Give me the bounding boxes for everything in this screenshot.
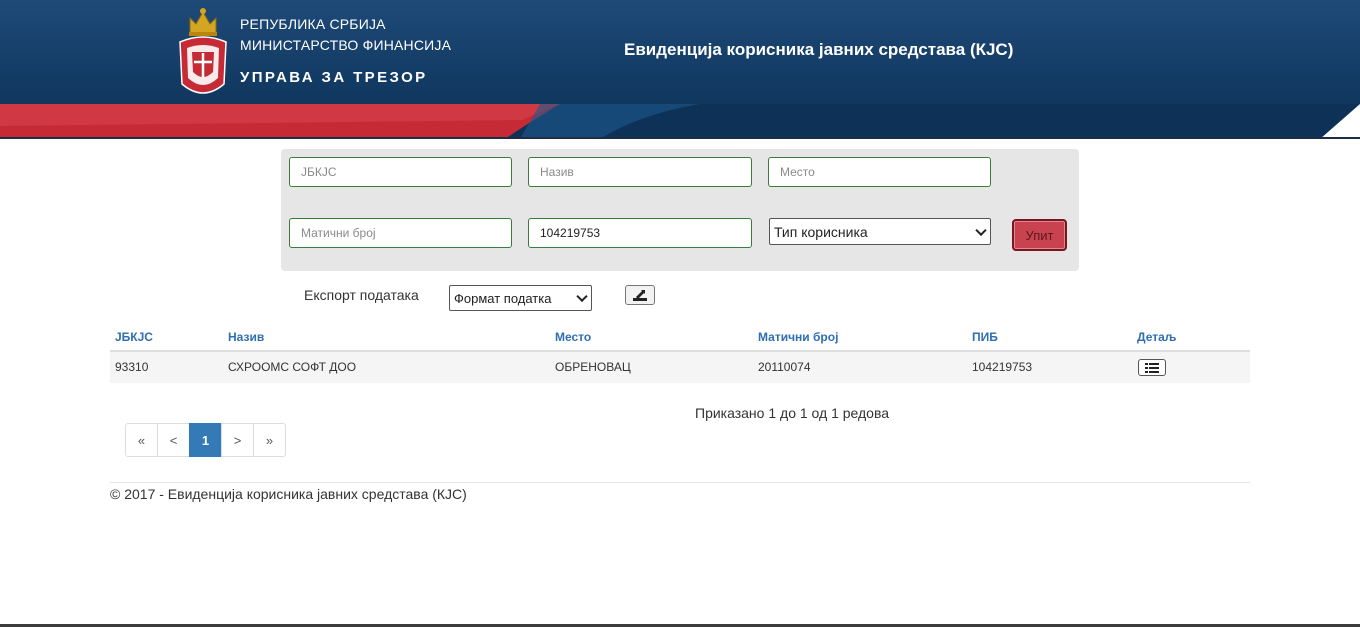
site-header: РЕПУБЛИКА СРБИЈА МИНИСТАРСТВО ФИНАНСИЈА … [0, 0, 1360, 139]
col-header-pib[interactable]: ПИБ [972, 330, 998, 344]
pagination: « < 1 > » [125, 423, 286, 457]
header-ministry-name: МИНИСТАРСТВО ФИНАНСИЈА [240, 37, 452, 53]
chevron-down-icon [576, 290, 588, 303]
export-icon [633, 290, 647, 301]
pib-input[interactable] [528, 218, 752, 248]
coat-of-arms-logo [179, 8, 227, 94]
tip-korisnika-select[interactable]: Тип корисника [769, 218, 991, 245]
header-republic-name: РЕПУБЛИКА СРБИЈА [240, 16, 386, 32]
cell-jbkjc: 93310 [115, 360, 149, 374]
cell-mesto: ОБРЕНОВАЦ [555, 360, 631, 374]
col-header-naziv[interactable]: Назив [228, 330, 264, 344]
page-next-button[interactable]: > [221, 423, 254, 457]
app-title: Евиденција корисника јавних средстава (К… [624, 40, 1014, 59]
jbkjc-input[interactable] [289, 157, 512, 187]
table-header-row: ЈБКЈС Назив Место Матични број ПИБ Детаљ [110, 323, 1250, 352]
search-button[interactable]: Упит [1012, 219, 1067, 251]
page-prev-button[interactable]: < [157, 423, 190, 457]
col-header-maticni-broj[interactable]: Матични број [758, 330, 838, 344]
footer-copyright: © 2017 - Евиденција корисника јавних сре… [110, 486, 467, 502]
cell-naziv: СХРООМС СОФТ ДОО [228, 360, 357, 374]
export-button[interactable] [625, 285, 655, 305]
chevron-down-icon [975, 224, 987, 236]
col-header-mesto[interactable]: Место [555, 330, 591, 344]
results-table: ЈБКЈС Назив Место Матични број ПИБ Детаљ… [110, 323, 1250, 383]
page-last-button[interactable]: » [253, 423, 286, 457]
header-color-band [0, 104, 1360, 139]
cell-maticni-broj: 20110074 [758, 360, 811, 374]
page-current-button[interactable]: 1 [189, 423, 222, 457]
detail-button[interactable] [1138, 359, 1166, 376]
col-header-jbkjc[interactable]: ЈБКЈС [115, 330, 153, 344]
header-treasury-name: УПРАВА ЗА ТРЕЗОР [240, 69, 428, 86]
tip-korisnika-selected: Тип корисника [774, 223, 868, 240]
page-first-button[interactable]: « [125, 423, 158, 457]
export-format-select[interactable]: Формат податка [449, 285, 592, 311]
naziv-input[interactable] [528, 157, 752, 187]
cell-pib: 104219753 [972, 360, 1033, 374]
list-icon [1145, 362, 1159, 373]
export-format-selected: Формат податка [454, 290, 552, 306]
results-summary: Приказано 1 до 1 од 1 редова [695, 405, 890, 421]
export-label: Експорт података [304, 287, 419, 303]
table-row: 93310 СХРООМС СОФТ ДОО ОБРЕНОВАЦ 2011007… [110, 352, 1250, 383]
mesto-input[interactable] [768, 157, 991, 187]
maticni-broj-input[interactable] [289, 218, 512, 248]
col-header-detalj: Детаљ [1137, 330, 1177, 344]
footer-divider [110, 482, 1250, 483]
